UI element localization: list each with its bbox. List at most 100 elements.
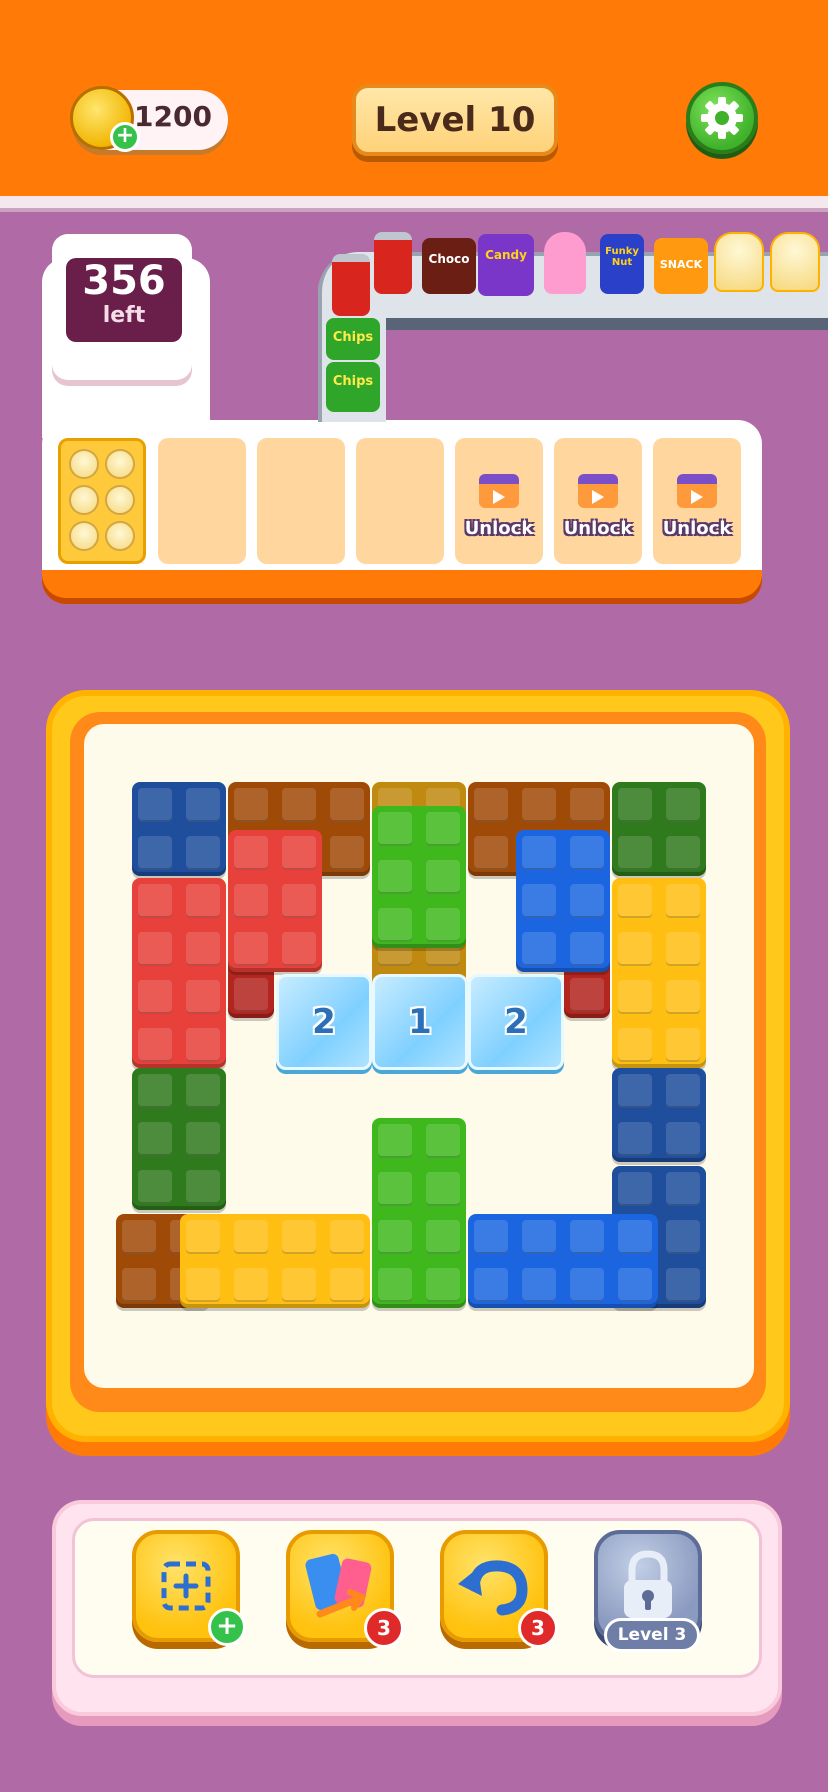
block-cell [282,836,316,870]
shuffle-tool-button[interactable]: 3 [286,1530,404,1648]
block-cell [378,1268,412,1302]
block-cell [138,1170,172,1204]
block-cell [522,788,556,822]
block-cell [426,1268,460,1302]
block-cell [234,788,268,822]
puzzle-block[interactable] [132,1068,226,1210]
puzzle-block[interactable] [612,782,706,876]
belt-item-choco: Choco [422,238,476,294]
belt-item-popcorn [770,232,820,292]
block-cell [666,980,700,1014]
block-cell [122,1268,156,1302]
tray-slot-filled[interactable] [58,438,146,564]
block-cell [666,1268,700,1302]
shuffle-count-badge: 3 [364,1608,404,1648]
block-cell [186,1170,220,1204]
block-cell [138,980,172,1014]
block-cell [138,1122,172,1156]
block-cell [522,836,556,870]
popcorn-item [69,449,99,479]
ice-block[interactable]: 1 [372,974,468,1070]
belt-item-funky-nut: Funky Nut [600,234,644,294]
block-cell [522,932,556,966]
block-cell [186,1028,220,1062]
block-cell [666,1172,700,1206]
add-slot-tool-button[interactable]: + [132,1530,246,1646]
block-cell [330,1220,364,1254]
popcorn-item [69,521,99,551]
belt-item-chips: Chips [326,362,380,412]
ice-block-count: 2 [504,1002,528,1042]
undo-count-badge: 3 [518,1608,558,1648]
block-cell [138,932,172,966]
block-cell [474,1220,508,1254]
block-cell [330,1268,364,1302]
locked-tool-button[interactable]: Level 3 [594,1530,702,1652]
tray-slot-locked[interactable]: Unlock [554,438,642,564]
settings-button[interactable] [686,82,758,154]
block-cell [666,1028,700,1062]
block-cell [570,1268,604,1302]
tray-slot-empty[interactable] [356,438,444,564]
block-cell [570,788,604,822]
popcorn-item [105,485,135,515]
tray-slot-empty[interactable] [257,438,345,564]
block-cell [618,788,652,822]
block-cell [186,836,220,870]
block-cell [378,1124,412,1158]
ice-block[interactable]: 2 [468,974,564,1070]
puzzle-block[interactable] [612,878,706,1068]
belt-item-snack: SNACK [654,238,708,294]
puzzle-block[interactable] [132,878,226,1068]
puzzle-block[interactable] [468,1214,658,1308]
tray-slot-locked[interactable]: Unlock [653,438,741,564]
belt-item-label: Choco [428,252,470,266]
add-coins-icon[interactable]: + [110,122,140,152]
block-cell [138,1028,172,1062]
level-indicator: Level 10 [352,84,558,156]
block-cell [138,788,172,822]
puzzle-block[interactable] [228,830,322,972]
block-cell [378,908,412,942]
puzzle-block[interactable] [132,782,226,876]
popcorn-item [105,521,135,551]
belt-item-label: Chips [332,374,374,389]
video-ad-icon [578,474,618,508]
block-cell [570,836,604,870]
puzzle-block[interactable] [180,1214,370,1308]
block-cell [426,1124,460,1158]
block-cell [186,932,220,966]
ice-block[interactable]: 2 [276,974,372,1070]
undo-tool-button[interactable]: 3 [440,1530,558,1648]
block-cell [186,1074,220,1108]
video-ad-icon [479,474,519,508]
popcorn-item [69,485,99,515]
block-cell [234,1220,268,1254]
block-cell [234,884,268,918]
gear-icon [701,97,743,139]
block-cell [282,788,316,822]
block-cell [282,932,316,966]
block-cell [666,1220,700,1254]
block-cell [282,1268,316,1302]
tray-slot-locked[interactable]: Unlock [455,438,543,564]
block-cell [186,884,220,918]
tray-slot-empty[interactable] [158,438,246,564]
block-cell [138,836,172,870]
add-icon: + [208,1608,246,1646]
block-cell [426,812,460,846]
block-cell [618,1122,652,1156]
block-cell [234,978,268,1012]
block-cell [570,978,604,1012]
puzzle-block[interactable] [372,806,466,948]
belt-item-popcorn [714,232,764,292]
puzzle-block[interactable] [516,830,610,972]
block-cell [186,980,220,1014]
belt-item-label: Candy [485,248,527,262]
block-cell [378,1220,412,1254]
block-cell [522,884,556,918]
puzzle-block[interactable] [372,1118,466,1308]
belt-item-icecream [544,232,586,294]
block-cell [122,1220,156,1254]
puzzle-block[interactable] [612,1068,706,1162]
